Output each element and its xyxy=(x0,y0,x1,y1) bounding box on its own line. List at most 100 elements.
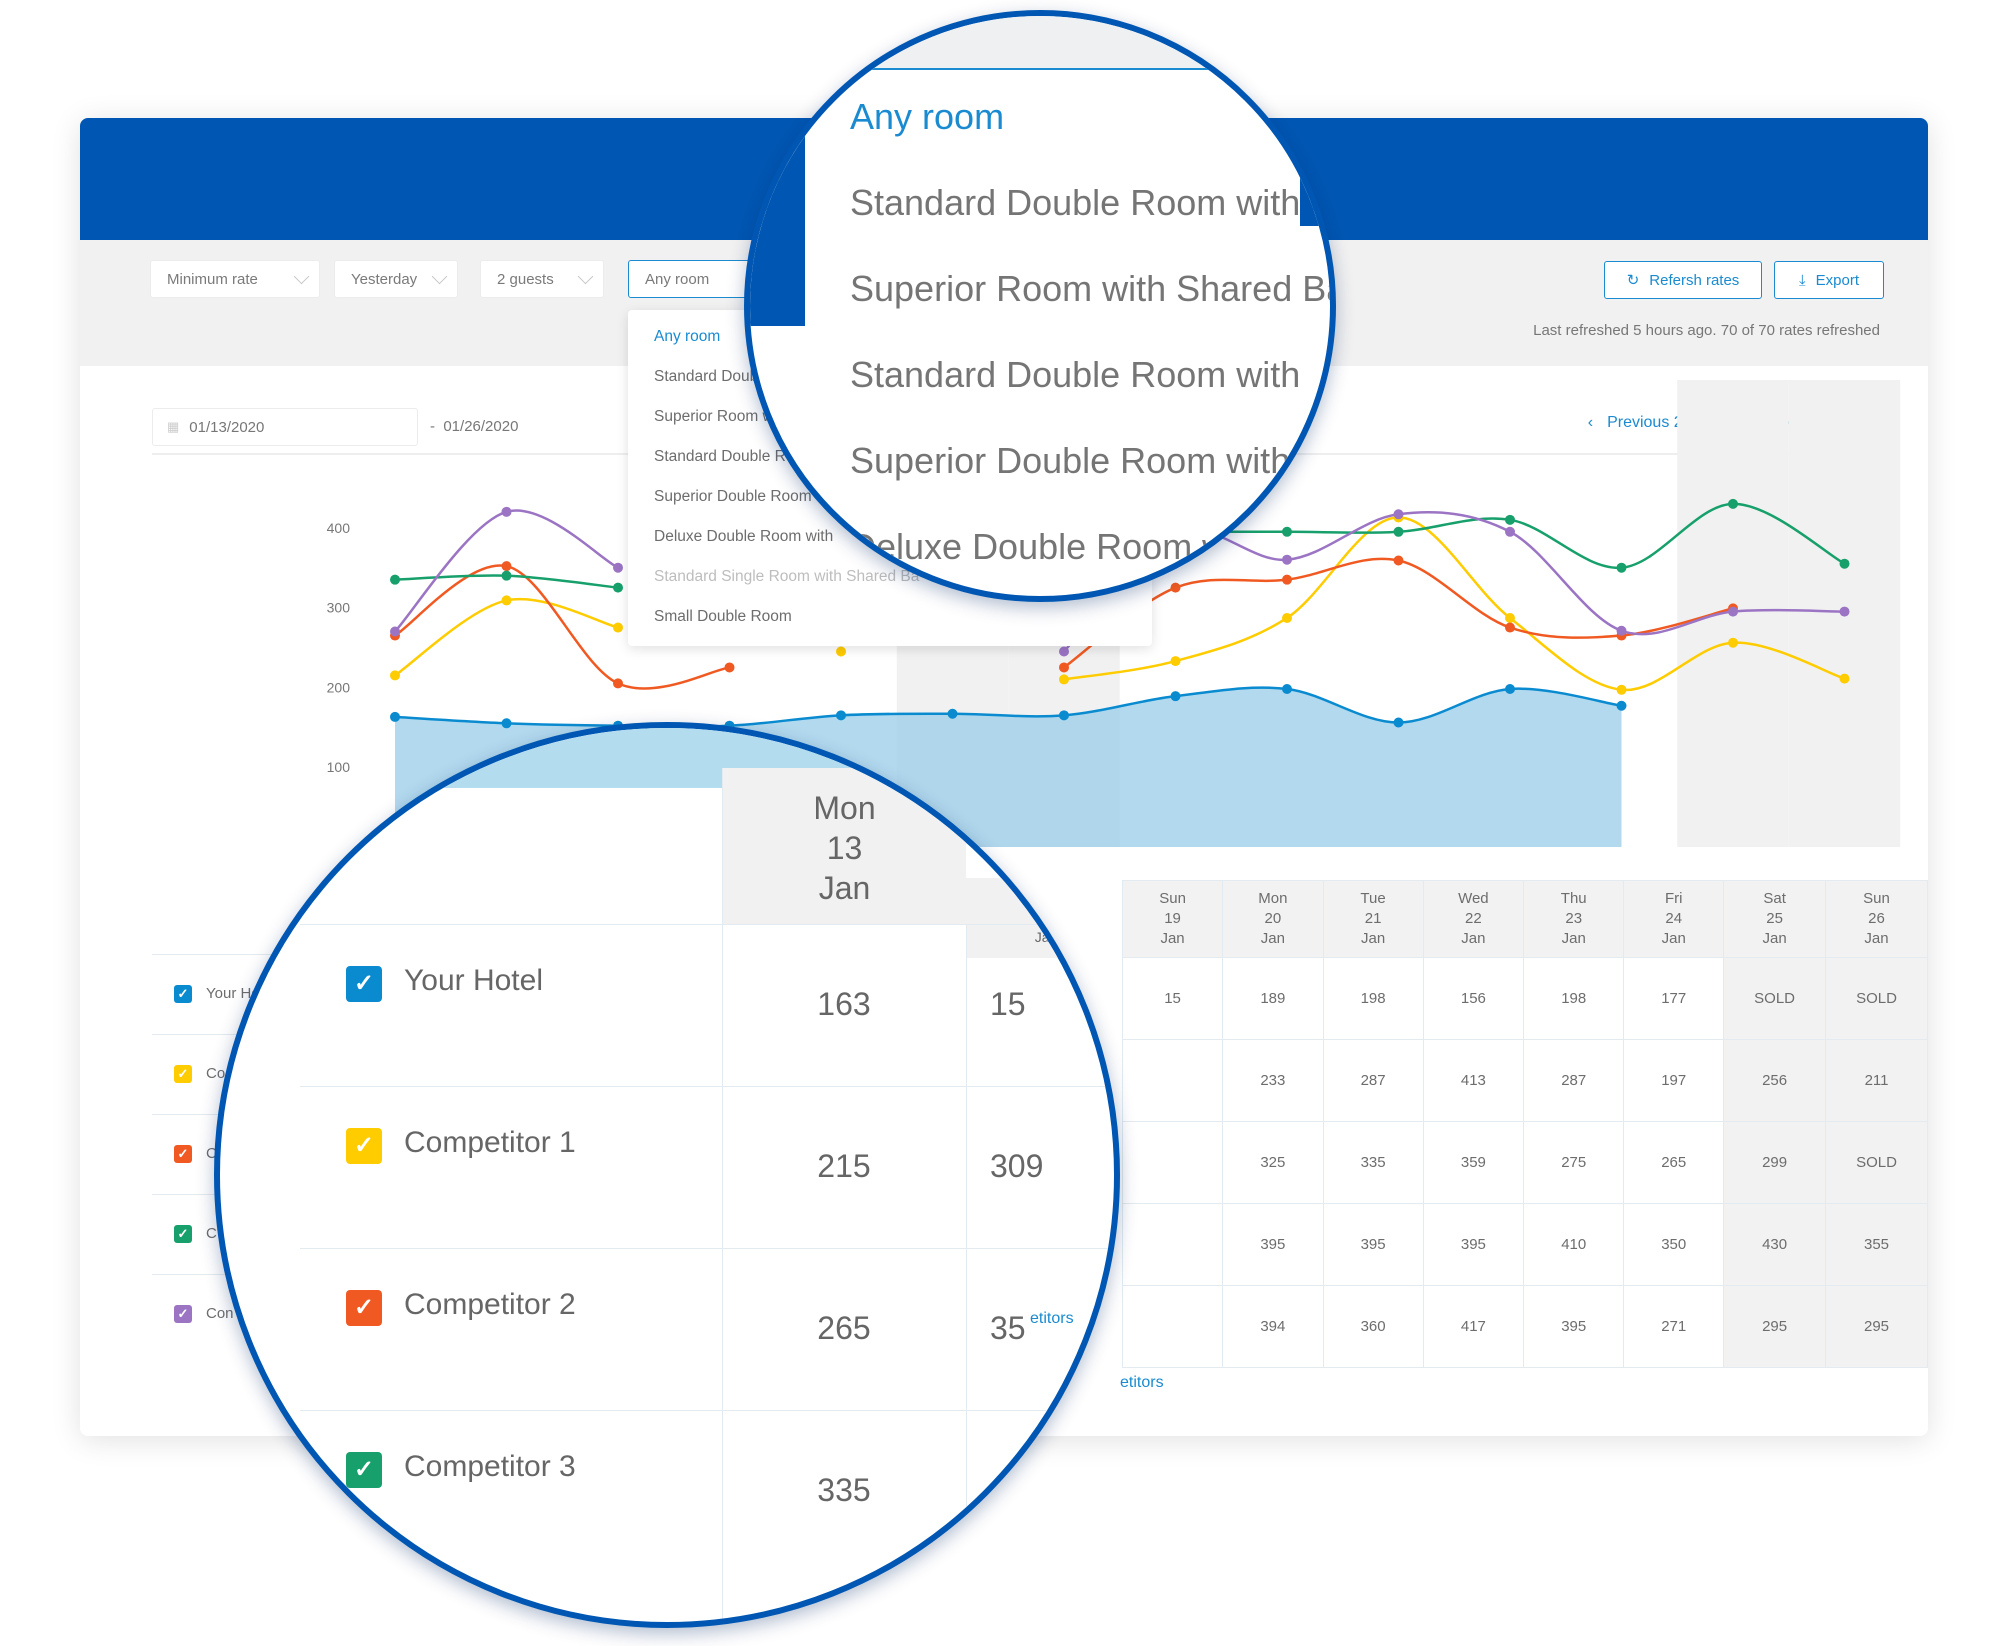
magnified-header-cell: Mon 13 Jan xyxy=(722,768,966,924)
magnified-row-line xyxy=(300,1248,1114,1249)
header-day: 19 xyxy=(1164,910,1181,927)
room-option[interactable]: Any room xyxy=(654,328,720,346)
magnified-row-line xyxy=(300,1410,1114,1411)
date-column-header: Sat 25 Jan xyxy=(1723,880,1827,958)
magnified-row-line xyxy=(300,924,1114,925)
magnifier-dropdown: Any room Standard Double Room with Superio… xyxy=(744,10,1336,602)
y-tick-label: 300 xyxy=(327,600,351,616)
series-checkbox[interactable]: ✓ xyxy=(174,1065,192,1083)
series-point-1 xyxy=(1170,656,1181,667)
series-point-4 xyxy=(1616,625,1627,636)
rate-cell: 295 xyxy=(1825,1285,1928,1368)
magnified-checkbox[interactable]: ✓ xyxy=(346,1452,382,1488)
rate-cell: 394 xyxy=(1222,1285,1324,1368)
header-mon: Jan xyxy=(1561,930,1586,947)
legend-label: C xyxy=(206,1225,217,1242)
rate-cell: 360 xyxy=(1322,1285,1424,1368)
rate-cell: 271 xyxy=(1623,1285,1725,1368)
table-row: 394 360 417 395 271 295 295 xyxy=(1121,1285,1928,1368)
header-dow: Tue xyxy=(1360,890,1386,907)
magnified-row-label: Competitor 3 xyxy=(404,1450,576,1483)
rate-cell: SOLD xyxy=(1723,957,1827,1040)
series-point-2 xyxy=(613,678,623,689)
series-checkbox[interactable]: ✓ xyxy=(174,1145,192,1163)
series-point-0 xyxy=(1393,717,1404,728)
magnified-room-option[interactable]: Any room xyxy=(850,96,1004,138)
series-point-0 xyxy=(1170,691,1181,702)
rate-cell: 15 xyxy=(1121,957,1224,1040)
magnifier-table: Mon 13 Jan Sun 19 Jan ✓ Your Hotel 163 15 ✓ Competi… xyxy=(214,722,1120,1628)
series-checkbox[interactable]: ✓ xyxy=(174,1305,192,1323)
header-dow: Fri xyxy=(1664,890,1683,907)
rate-cell: 395 xyxy=(1523,1285,1625,1368)
magnified-side-header: Sun 19 Jan xyxy=(966,878,1114,958)
magnified-select-edge xyxy=(750,16,1330,70)
series-point-0 xyxy=(947,708,958,719)
magnified-room-option[interactable]: Superior Room with Shared Ba xyxy=(850,268,1330,310)
date-column-header: Sun 19 Jan xyxy=(1121,880,1224,958)
header-mon: Jan xyxy=(1461,930,1486,947)
header-day: 25 xyxy=(1766,910,1783,927)
magnified-room-option[interactable]: Superior Double Room with xyxy=(850,440,1290,482)
rate-cell: 395 xyxy=(1322,1203,1424,1286)
magnified-competitors-link[interactable]: etitors xyxy=(1030,1310,1074,1328)
series-point-0 xyxy=(1616,700,1627,711)
series-point-4 xyxy=(390,626,400,637)
magnified-row-line xyxy=(300,1086,1114,1087)
series-checkbox[interactable]: ✓ xyxy=(174,985,192,1003)
magnified-checkbox[interactable]: ✓ xyxy=(346,1128,382,1164)
magnified-checkbox[interactable]: ✓ xyxy=(346,966,382,1002)
date-column-header: Tue 21 Jan xyxy=(1322,880,1424,958)
header-mon: Jan xyxy=(1864,930,1889,947)
date-column-header: Fri 24 Jan xyxy=(1623,880,1725,958)
rate-cell: 410 xyxy=(1523,1203,1625,1286)
magnified-checkbox[interactable]: ✓ xyxy=(346,1290,382,1326)
rate-cell: 359 xyxy=(1422,1121,1525,1204)
header-mon: Jan xyxy=(1160,930,1185,947)
rate-cell: 287 xyxy=(1523,1039,1625,1122)
series-line-1 xyxy=(394,597,619,677)
magnified-chart-area xyxy=(220,728,1114,788)
header-day: 13 xyxy=(826,830,863,866)
rate-cell: 211 xyxy=(1825,1039,1928,1122)
date-column-header: Mon 20 Jan xyxy=(1222,880,1324,958)
room-option[interactable]: Small Double Room xyxy=(654,608,792,626)
series-point-3 xyxy=(390,574,400,585)
magnified-room-option[interactable]: Standard Double Room with xyxy=(850,182,1300,224)
series-point-4 xyxy=(1839,606,1850,617)
series-point-2 xyxy=(724,662,735,673)
series-point-1 xyxy=(1728,637,1738,648)
header-day: 22 xyxy=(1465,910,1482,927)
rate-cell: 156 xyxy=(1422,957,1525,1040)
series-point-2 xyxy=(1059,662,1069,673)
magnified-room-option[interactable]: Deluxe Double Room with xyxy=(850,526,1266,568)
series-point-1 xyxy=(501,595,512,606)
competitors-link[interactable]: etitors xyxy=(1120,1374,1164,1392)
magnified-row-label: Your Hotel xyxy=(404,964,543,997)
rate-cell: SOLD xyxy=(1825,957,1928,1040)
header-day: 19 xyxy=(1038,910,1054,926)
series-point-1 xyxy=(1616,684,1627,695)
date-column-header: Sun 26 Jan xyxy=(1825,880,1928,958)
rate-cell: 395 xyxy=(1222,1203,1324,1286)
series-checkbox[interactable]: ✓ xyxy=(174,1225,192,1243)
rate-cell: 325 xyxy=(1222,1121,1324,1204)
magnified-room-option[interactable]: Standard Double Room with xyxy=(850,354,1300,396)
header-mon: Jan xyxy=(1034,929,1058,945)
rate-cell xyxy=(1121,1039,1224,1122)
magnified-side-rate: 309 xyxy=(990,1148,1044,1184)
header-dow: Sun xyxy=(1159,890,1186,907)
series-point-0 xyxy=(836,710,846,721)
rate-cell: 197 xyxy=(1623,1039,1725,1122)
date-column-header: Thu 23 Jan xyxy=(1523,880,1625,958)
rate-cell: 189 xyxy=(1222,957,1324,1040)
magnified-rate: 335 xyxy=(817,1472,871,1508)
y-tick-label: 400 xyxy=(327,520,351,536)
rates-table-header: Sun 19 Jan Mon 20 Jan Tue 21 Jan Wed 22 Jan Thu 23 Jan… xyxy=(1121,880,1928,958)
rate-cell: 350 xyxy=(1623,1203,1725,1286)
header-dow: Mon xyxy=(813,790,876,826)
rate-cell: 335 xyxy=(1322,1121,1424,1204)
header-mon: Jan xyxy=(1360,930,1386,947)
header-day: 23 xyxy=(1565,910,1583,927)
series-point-3 xyxy=(1839,558,1850,569)
